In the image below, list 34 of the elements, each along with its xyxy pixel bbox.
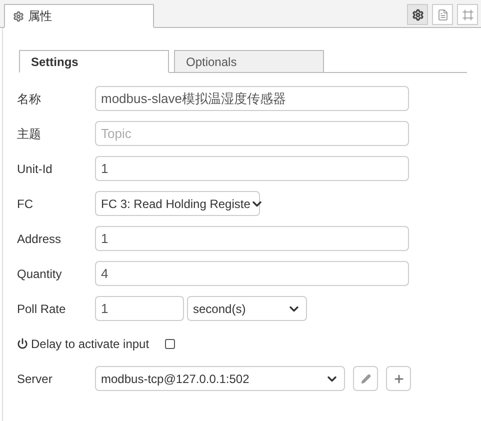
text-field[interactable]: modbus-slave模拟温湿度传感器 xyxy=(95,86,409,111)
pencil-icon xyxy=(360,374,370,384)
field-label: Delay to activate input xyxy=(31,336,150,352)
gear-icon xyxy=(13,10,24,22)
field-label: Quantity xyxy=(17,266,63,282)
checkbox[interactable] xyxy=(165,338,176,348)
frame-icon xyxy=(462,8,474,20)
unit-select[interactable]: second(s) xyxy=(187,296,307,321)
edit-button[interactable] xyxy=(353,366,378,391)
field-label: 主题 xyxy=(17,126,42,142)
select-field[interactable]: modbus-tcp@127.0.0.1:502 xyxy=(95,366,345,391)
text-field[interactable]: 1 xyxy=(95,156,409,181)
field-label: Address xyxy=(17,230,62,248)
panel-tab[interactable]: 属性 xyxy=(4,4,154,28)
settings-button[interactable] xyxy=(407,4,428,25)
text-field[interactable]: 4 xyxy=(95,261,409,286)
text-field[interactable]: 1 xyxy=(95,296,184,321)
text-field[interactable]: 1 xyxy=(95,226,409,251)
field-label: Unit-Id xyxy=(17,160,54,178)
document-icon xyxy=(436,8,448,20)
tab-label: 属性 xyxy=(28,8,52,25)
tab[interactable]: Settings xyxy=(19,50,169,73)
field-label: Server xyxy=(17,370,54,388)
power-icon xyxy=(17,338,28,349)
add-button[interactable] xyxy=(386,366,411,391)
field-label: Poll Rate xyxy=(17,300,67,318)
field-label: 名称 xyxy=(17,90,42,108)
text-field[interactable]: Topic xyxy=(95,121,409,146)
field-label: FC xyxy=(17,196,34,212)
frame-button[interactable] xyxy=(457,4,478,25)
plus-icon xyxy=(392,372,404,384)
select-field[interactable]: FC 3: Read Holding Registe xyxy=(95,191,260,216)
gear-icon xyxy=(412,8,424,20)
tab[interactable]: Optionals xyxy=(174,50,324,73)
